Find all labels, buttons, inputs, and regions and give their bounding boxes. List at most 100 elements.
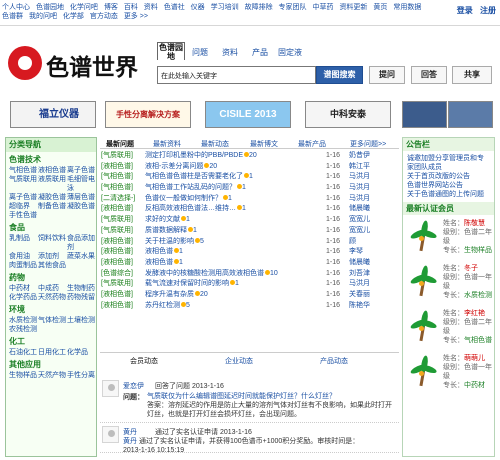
question-category[interactable]: [液相色谱]	[101, 301, 133, 312]
sidebar-link[interactable]: 肉蛋制品	[9, 261, 38, 270]
activity-question-link[interactable]: 气质联仅为什么编辑谱图延迟时间就能保护灯丝？什么灯丝？	[147, 393, 336, 400]
tab-latest-news[interactable]: 最新动态	[201, 139, 229, 149]
question-user[interactable]: 宽宽儿	[349, 215, 370, 226]
sidebar-link[interactable]: 水质检测	[9, 316, 38, 325]
top-link[interactable]: 色谱园地	[36, 3, 64, 12]
question-user[interactable]: 刘吾津	[349, 269, 370, 280]
question-row[interactable]: [气相色谱] 气相色谱工作站乱码的问题？ 1 1-16 马洪月	[100, 183, 399, 194]
question-row[interactable]: [液相色谱] 液相色谱 1 1-16 李琴	[100, 247, 399, 258]
tab-company-activity[interactable]: 企业动态	[225, 356, 253, 366]
question-row[interactable]: [液相色谱] 关于柱温的影响 5 1-16 顾	[100, 237, 399, 248]
search-tab-product[interactable]: 产品	[252, 47, 268, 58]
top-link[interactable]: 色谱群	[2, 12, 23, 21]
tab-latest-questions[interactable]: 最新问题	[106, 139, 134, 149]
question-category[interactable]: [色谱综合]	[101, 269, 133, 280]
question-row[interactable]: [气质联用] 求好的文献 1 1-16 宽宽儿	[100, 215, 399, 226]
site-logo[interactable]: 色谱世界	[8, 42, 150, 86]
question-user[interactable]: 储晨曦	[349, 258, 370, 269]
login-link[interactable]: 登录	[457, 6, 473, 15]
question-row[interactable]: [气质联用] 质谱数据解释 1 1-16 宽宽儿	[100, 226, 399, 237]
more-questions-link[interactable]: 更多问题>>	[350, 139, 386, 149]
sidebar-link[interactable]: 天然药物	[38, 293, 67, 302]
top-link[interactable]: 我的问吧	[29, 12, 57, 21]
top-link[interactable]: 资料更新	[339, 3, 367, 12]
question-row[interactable]: [液相色谱] 反相高效液相色谱法…维持… 1 1-16 储晨曦	[100, 204, 399, 215]
question-category[interactable]: [二清选择-]	[101, 194, 135, 205]
question-row[interactable]: [液相色谱] 苏丹红检测 5 1-16 陈艳华	[100, 301, 399, 312]
question-title[interactable]: 液相色谱 1	[145, 247, 320, 258]
top-link[interactable]: 官方动态	[90, 12, 118, 21]
question-user[interactable]: 宽宽儿	[349, 226, 370, 237]
notice-link[interactable]: 关于色谱通图的上传问题	[407, 190, 490, 199]
question-row[interactable]: [液相色谱] 程序升温有杂质 20 1-16 关春丽	[100, 290, 399, 301]
question-title[interactable]: 载气流速对保留时间的影响 1	[145, 279, 320, 290]
expert-card[interactable]: 姓名：萌萌儿 级别：色谱一年级 专长：中药材	[403, 352, 494, 395]
sidebar-link[interactable]: 手性分离	[67, 371, 96, 380]
question-category[interactable]: [液相色谱]	[101, 247, 133, 258]
avatar[interactable]	[102, 426, 119, 443]
sidebar-link[interactable]: 其他食品	[38, 261, 67, 270]
sidebar-link[interactable]: 化学品	[67, 348, 96, 357]
sidebar-link[interactable]: 生物样品	[9, 371, 38, 380]
question-title[interactable]: 测定打印机墨粉中的PBB/PBDE 20	[145, 151, 320, 162]
banner-light-ad[interactable]	[448, 101, 493, 128]
activity-user[interactable]: 黄丹	[123, 427, 137, 437]
expert-name[interactable]: 李红艳	[464, 310, 485, 317]
question-title[interactable]: 色谱仪一般做如何制作？ 1	[145, 194, 320, 205]
sidebar-link[interactable]: 食用油	[9, 252, 38, 261]
sidebar-link[interactable]: 离子色谱	[9, 193, 38, 202]
top-link[interactable]: 博客	[104, 3, 118, 12]
avatar[interactable]	[102, 380, 119, 397]
question-user[interactable]: 李琴	[349, 247, 363, 258]
question-title[interactable]: 液相色谱 1	[145, 258, 320, 269]
top-link[interactable]: 中草药	[312, 3, 333, 12]
banner-fuli[interactable]: 福立仪器	[10, 101, 96, 128]
sidebar-link[interactable]: 液相色谱	[38, 166, 67, 175]
top-link[interactable]: 个人中心	[2, 3, 30, 12]
top-link[interactable]: 故障排除	[245, 3, 273, 12]
sidebar-link[interactable]: 天然产物	[38, 371, 67, 380]
sidebar-link[interactable]: 气相色谱	[9, 166, 38, 175]
expert-card[interactable]: 姓名：陈敬慧 级别：色谱二年级 专长：生物样品	[403, 217, 494, 260]
question-row[interactable]: [二清选择-] 色谱仪一般做如何制作？ 1 1-16 马洪月	[100, 194, 399, 205]
search-tab-forum[interactable]: 色谱园地	[157, 42, 185, 61]
question-user[interactable]: 马洪月	[349, 183, 370, 194]
question-title[interactable]: 反相高效液相色谱法…维持… 1	[145, 204, 320, 215]
sidebar-link[interactable]: 生物制药	[67, 284, 96, 293]
sidebar-link[interactable]: 毛细管电泳	[67, 175, 96, 193]
sidebar-link[interactable]: 乳制品	[9, 234, 38, 252]
sidebar-link[interactable]: 中药材	[9, 284, 38, 293]
question-category[interactable]: [气相色谱]	[101, 183, 133, 194]
sidebar-link[interactable]: 凝胶色谱	[38, 193, 67, 202]
tab-latest-blogs[interactable]: 最新博文	[250, 139, 278, 149]
question-user[interactable]: 陈艳华	[349, 301, 370, 312]
question-title[interactable]: 苏丹红检测 5	[145, 301, 320, 312]
question-row[interactable]: [色谱综合] 发酵液中的核糖酸检测用高效液相色谱 10 1-16 刘吾津	[100, 269, 399, 280]
expert-name[interactable]: 陈敬慧	[464, 220, 485, 227]
question-user[interactable]: 马洪月	[349, 194, 370, 205]
top-link[interactable]: 黄页	[373, 3, 387, 12]
sidebar-link[interactable]: 蔬菜水果	[67, 252, 96, 261]
tab-latest-products[interactable]: 最新产品	[298, 139, 326, 149]
search-tab-question[interactable]: 问题	[192, 47, 208, 58]
sidebar-link[interactable]: 药物残留	[67, 293, 96, 302]
banner-zhongke[interactable]: 中科安泰	[305, 101, 391, 128]
sidebar-link[interactable]: 添加剂	[38, 252, 67, 261]
search-tab-document[interactable]: 资料	[222, 47, 238, 58]
tab-latest-documents[interactable]: 最新资料	[153, 139, 181, 149]
sidebar-link[interactable]: 中成药	[38, 284, 67, 293]
question-row[interactable]: [气质联用] 载气流速对保留时间的影响 1 1-16 马洪月	[100, 279, 399, 290]
question-title[interactable]: 液相-示差分离问题 20	[145, 162, 320, 173]
tab-member-activity[interactable]: 会员动态	[130, 356, 158, 366]
question-row[interactable]: [液相色谱] 液相-示差分离问题 20 1-16 韩江平	[100, 162, 399, 173]
question-row[interactable]: [气相色谱] 气相色谱色谱柱是否需要老化了 1 1-16 马洪月	[100, 172, 399, 183]
activity-user-link[interactable]: 黄丹	[123, 438, 137, 445]
question-category[interactable]: [液相色谱]	[101, 237, 133, 248]
question-title[interactable]: 气相色谱色谱柱是否需要老化了 1	[145, 172, 320, 183]
sidebar-link[interactable]: 化学药品	[9, 293, 38, 302]
question-category[interactable]: [液相色谱]	[101, 204, 133, 215]
expert-card[interactable]: 姓名：李红艳 级别：色谱二年级 专长：气相色谱	[403, 307, 494, 350]
notice-link[interactable]: 诚邀加盟分享管理员和专家团队成员	[407, 154, 490, 172]
question-category[interactable]: [液相色谱]	[101, 162, 133, 173]
register-link[interactable]: 注册	[480, 6, 496, 15]
